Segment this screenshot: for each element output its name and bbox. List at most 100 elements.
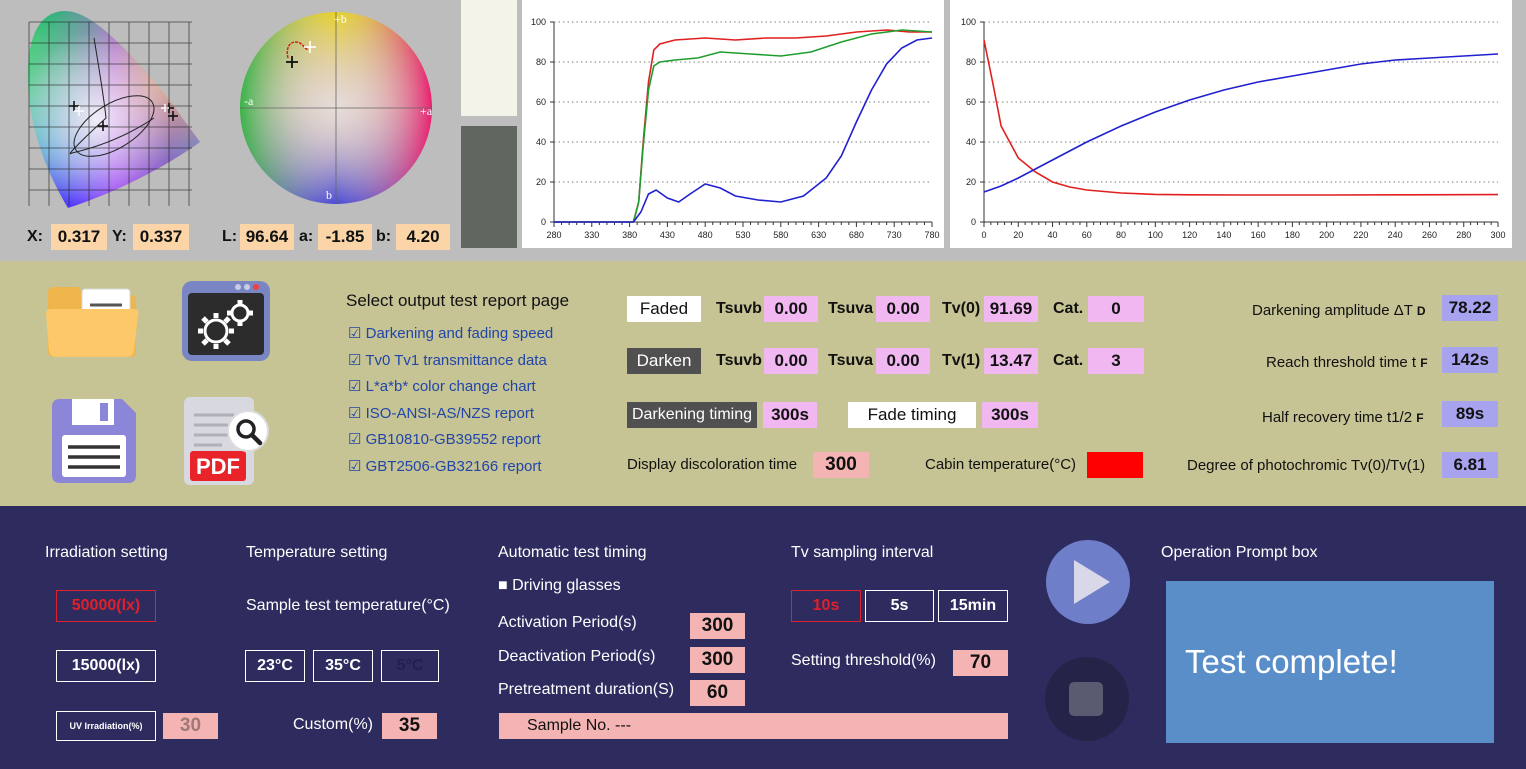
faded-tsuva-value: 0.00: [876, 296, 930, 322]
time-transmittance-chart: 0 20 40 60 80 100 0 20 40 60 80 100 120 140 160 180 200 2…: [950, 0, 1512, 248]
x-tick-label: 160: [1251, 230, 1266, 240]
series-line-1: [554, 29, 933, 223]
interval-5s-button[interactable]: 5s: [865, 590, 934, 622]
interval-15min-button[interactable]: 15min: [938, 590, 1008, 622]
series-line-2: [554, 37, 933, 223]
photochromic-degree-value: 6.81: [1442, 452, 1498, 478]
reach-threshold-label: Reach threshold time t F: [1266, 351, 1428, 375]
save-disk-icon[interactable]: [50, 397, 138, 485]
x-tick-label: 780: [924, 230, 939, 240]
half-recovery-sub: F: [1416, 411, 1424, 425]
temperature-23-button[interactable]: 23°C: [245, 650, 305, 682]
lab-axis-b-label: +b: [334, 12, 347, 26]
x-tick-label: 580: [773, 230, 788, 240]
pdf-icon-label: PDF: [196, 454, 240, 479]
reach-threshold-value: 142s: [1442, 347, 1498, 373]
irradiation-setting-title: Irradiation setting: [45, 544, 168, 561]
bottom-panel: Irradiation setting 50000(lx) 15000(lx) …: [0, 506, 1526, 769]
b-label: b:: [376, 228, 392, 245]
display-discoloration-label: Display discoloration time: [627, 456, 798, 473]
sample-number-field[interactable]: Sample No. ---: [499, 713, 1008, 739]
pretreatment-value[interactable]: 60: [690, 680, 745, 706]
darkening-timing-button[interactable]: Darkening timing: [627, 402, 757, 428]
x-tick-label: 680: [849, 230, 864, 240]
y-tick-label: 60: [966, 97, 976, 107]
report-option-lab-chart[interactable]: ☑ L*a*b* color change chart: [348, 377, 536, 397]
darkening-amplitude-sub: D: [1416, 304, 1426, 318]
activation-period-label: Activation Period(s): [498, 614, 637, 631]
x-tick-label: 480: [698, 230, 713, 240]
top-panel: +b -a +a b X: 0.317 Y: 0.337 L: 96.64 a:…: [0, 0, 1526, 261]
temperature-5-button[interactable]: 5°C: [381, 650, 439, 682]
lab-axis-a-pos-label: +a: [420, 104, 433, 118]
x-tick-label: 40: [1048, 230, 1058, 240]
x-tick-label: 630: [811, 230, 826, 240]
y-tick-label: 20: [966, 177, 976, 187]
deactivation-period-value[interactable]: 300: [690, 647, 745, 673]
irradiation-50000-button[interactable]: 50000(lx): [56, 590, 156, 622]
x-tick-label: 80: [1116, 230, 1126, 240]
faded-cat-label: Cat.: [1053, 300, 1084, 317]
report-option-iso-ansi[interactable]: ☑ ISO-ANSI-AS/NZS report: [348, 404, 534, 424]
interval-10s-button[interactable]: 10s: [791, 590, 861, 622]
series-line-1: [983, 53, 1499, 193]
uv-irradiation-value[interactable]: 30: [163, 713, 218, 739]
faded-button[interactable]: Faded: [627, 296, 701, 322]
uv-irradiation-button[interactable]: UV Irradiation(%): [56, 711, 156, 741]
faded-tsuva-label: Tsuva: [828, 300, 874, 317]
y-tick-label: 40: [966, 137, 976, 147]
darken-tv-value: 13.47: [984, 348, 1038, 374]
x-tick-label: 530: [735, 230, 750, 240]
faded-tsuvb-label: Tsuvb: [716, 300, 762, 317]
activation-period-value[interactable]: 300: [690, 613, 745, 639]
display-discoloration-value: 300: [813, 452, 869, 478]
report-option-transmittance[interactable]: ☑ Tv0 Tv1 transmittance data: [348, 351, 547, 371]
reach-threshold-text: Reach threshold time t: [1266, 354, 1417, 371]
driving-glasses-option[interactable]: ■ Driving glasses: [498, 575, 621, 597]
fade-timing-button[interactable]: Fade timing: [848, 402, 976, 428]
custom-label: Custom(%): [293, 716, 374, 733]
y-tick-label: 80: [966, 57, 976, 67]
b-value: 4.20: [396, 224, 450, 250]
report-option-gbt2506[interactable]: ☑ GBT2506-GB32166 report: [348, 457, 542, 477]
temperature-setting-title: Temperature setting: [246, 544, 388, 561]
darkening-timing-value: 300s: [763, 402, 817, 428]
x-tick-label: 300: [1490, 230, 1505, 240]
a-value: -1.85: [318, 224, 372, 250]
irradiation-15000-button[interactable]: 15000(lx): [56, 650, 156, 682]
report-option-gb10810[interactable]: ☑ GB10810-GB39552 report: [348, 430, 541, 450]
x-tick-label: 240: [1388, 230, 1403, 240]
custom-value[interactable]: 35: [382, 713, 437, 739]
cie-chromaticity-diagram: [27, 10, 200, 209]
x-tick-label: 100: [1148, 230, 1163, 240]
faded-tv-value: 91.69: [984, 296, 1038, 322]
report-option-speed[interactable]: ☑ Darkening and fading speed: [348, 324, 553, 344]
darken-button[interactable]: Darken: [627, 348, 701, 374]
open-folder-icon[interactable]: [44, 283, 140, 359]
x-tick-label: 140: [1216, 230, 1231, 240]
series-line-0: [983, 39, 1499, 196]
stop-button[interactable]: [1044, 656, 1130, 742]
darkening-amplitude-value: 78.22: [1442, 295, 1498, 321]
x-tick-label: 220: [1353, 230, 1368, 240]
x-tick-label: 280: [1456, 230, 1471, 240]
x-tick-label: 380: [622, 230, 637, 240]
sampling-interval-title: Tv sampling interval: [791, 544, 934, 561]
faded-tv-label: Tv(0): [942, 300, 981, 317]
series-line-0: [554, 29, 932, 223]
l-label: L:: [222, 228, 238, 245]
faded-tsuvb-value: 0.00: [764, 296, 818, 322]
setting-threshold-value[interactable]: 70: [953, 650, 1008, 676]
x-tick-label: 0: [981, 230, 986, 240]
half-recovery-value: 89s: [1442, 401, 1498, 427]
faded-color-swatch: [461, 0, 517, 116]
temperature-35-button[interactable]: 35°C: [313, 650, 373, 682]
y-label: Y:: [112, 228, 127, 245]
play-button[interactable]: [1044, 538, 1132, 626]
l-value: 96.64: [240, 224, 294, 250]
y-tick-label: 20: [536, 177, 546, 187]
settings-gears-icon[interactable]: [180, 279, 272, 363]
middle-panel: PDF Select output test report page ☑ Dar…: [0, 261, 1526, 506]
x-tick-label: 200: [1319, 230, 1334, 240]
x-tick-label: 730: [887, 230, 902, 240]
